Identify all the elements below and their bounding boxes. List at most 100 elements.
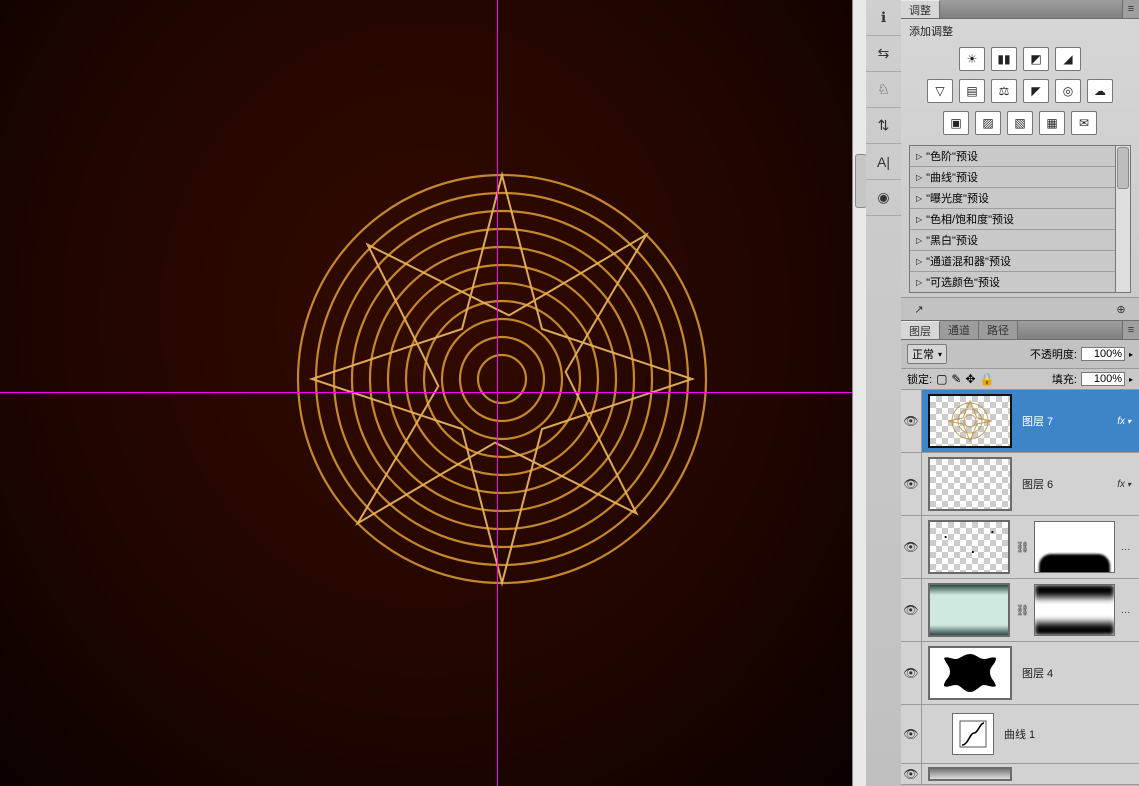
- adj-invert-icon[interactable]: ▣: [943, 111, 969, 135]
- lock-row: 锁定: ▢ ✎ ✥ 🔒 填充: 100% ▸: [901, 369, 1139, 390]
- lock-position-icon[interactable]: ✥: [965, 372, 975, 386]
- mask-link-icon[interactable]: ⛓: [1016, 541, 1028, 554]
- layer-fx-indicator[interactable]: fx ▾: [1117, 416, 1139, 427]
- adjustments-footer: ↗ ⊕: [901, 297, 1139, 320]
- tab-adjustments[interactable]: 调整: [901, 0, 940, 18]
- adj-hue-icon[interactable]: ▤: [959, 79, 985, 103]
- swatches-panel-icon[interactable]: ⇆: [866, 36, 901, 72]
- adj-channel-mixer-icon[interactable]: ☁: [1087, 79, 1113, 103]
- lock-label: 锁定:: [907, 371, 932, 387]
- adj-posterize-icon[interactable]: ▨: [975, 111, 1001, 135]
- fill-flyout-icon[interactable]: ▸: [1129, 375, 1133, 384]
- layer-stack: 👁 图层 7 fx ▾ 👁 图层 6 fx ▾ 👁 ⛓: [901, 390, 1139, 785]
- preset-list-wrap: ▷"色阶"预设 ▷"曲线"预设 ▷"曝光度"预设 ▷"色相/饱和度"预设 ▷"黑…: [909, 145, 1131, 293]
- layer-thumbnail[interactable]: [928, 394, 1012, 448]
- preset-exposure[interactable]: ▷"曝光度"预设: [910, 188, 1115, 209]
- layer-row[interactable]: 👁 曲线 1: [901, 705, 1139, 764]
- visibility-toggle-icon[interactable]: 👁: [901, 579, 922, 641]
- layer-row[interactable]: 👁: [901, 764, 1139, 785]
- visibility-toggle-icon[interactable]: 👁: [901, 390, 922, 452]
- preset-selective-color[interactable]: ▷"可选颜色"预设: [910, 272, 1115, 292]
- adj-curves-icon[interactable]: ◩: [1023, 47, 1049, 71]
- tab-layers[interactable]: 图层: [901, 321, 940, 339]
- layer-row[interactable]: 👁 图层 6 fx ▾: [901, 453, 1139, 516]
- layer-name[interactable]: 图层 7: [1018, 413, 1117, 429]
- adj-threshold-icon[interactable]: ▧: [1007, 111, 1033, 135]
- visibility-toggle-icon[interactable]: 👁: [901, 516, 922, 578]
- info-panel-icon[interactable]: ℹ: [866, 0, 901, 36]
- adj-bw-icon[interactable]: ◤: [1023, 79, 1049, 103]
- adj-levels-icon[interactable]: ▮▮: [991, 47, 1017, 71]
- visibility-toggle-icon[interactable]: 👁: [901, 705, 922, 763]
- clone-panel-icon[interactable]: ⇅: [866, 108, 901, 144]
- adj-row-2: ▽ ▤ ⚖ ◤ ◎ ☁: [901, 75, 1139, 107]
- guide-horizontal[interactable]: [0, 392, 852, 393]
- layer-mask-thumbnail[interactable]: [1034, 584, 1115, 636]
- blend-mode-dropdown[interactable]: 正常 ▾: [907, 344, 947, 364]
- guide-vertical[interactable]: [497, 0, 498, 786]
- adj-exposure-icon[interactable]: ◢: [1055, 47, 1081, 71]
- opacity-input[interactable]: 100%: [1081, 347, 1125, 361]
- visibility-toggle-icon[interactable]: 👁: [901, 642, 922, 704]
- adj-vibrance-icon[interactable]: ▽: [927, 79, 953, 103]
- layer-name[interactable]: 图层 6: [1018, 476, 1117, 492]
- character-panel-icon[interactable]: A|: [866, 144, 901, 180]
- lock-transparent-icon[interactable]: ▢: [936, 372, 947, 386]
- blend-mode-value: 正常: [912, 346, 934, 362]
- expand-view-icon[interactable]: ⊕: [1111, 301, 1131, 317]
- layer-more-icon[interactable]: …: [1121, 605, 1139, 616]
- visibility-toggle-icon[interactable]: 👁: [901, 453, 922, 515]
- preset-list: ▷"色阶"预设 ▷"曲线"预设 ▷"曝光度"预设 ▷"色相/饱和度"预设 ▷"黑…: [909, 145, 1116, 293]
- layer-row[interactable]: 👁 图层 7 fx ▾: [901, 390, 1139, 453]
- preset-bw[interactable]: ▷"黑白"预设: [910, 230, 1115, 251]
- layer-thumbnail[interactable]: [928, 646, 1012, 700]
- lock-all-icon[interactable]: 🔒: [980, 372, 995, 386]
- histogram-panel-icon[interactable]: ◉: [866, 180, 901, 216]
- preset-hue-sat[interactable]: ▷"色相/饱和度"预设: [910, 209, 1115, 230]
- layers-menu-icon[interactable]: ≡: [1122, 321, 1139, 339]
- preset-channel-mixer[interactable]: ▷"通道混和器"预设: [910, 251, 1115, 272]
- layer-more-icon[interactable]: …: [1121, 542, 1139, 553]
- layer-thumbnail[interactable]: [928, 520, 1011, 574]
- layer-row[interactable]: 👁 ⛓ …: [901, 579, 1139, 642]
- adjustments-tabbar: 调整 ≡: [901, 0, 1139, 19]
- fill-label: 填充:: [1052, 371, 1077, 387]
- adjustment-layer-thumbnail[interactable]: [952, 713, 994, 755]
- opacity-label: 不透明度:: [1030, 346, 1077, 362]
- collapsed-panel-strip: ℹ ⇆ ♘ ⇅ A| ◉: [866, 0, 902, 786]
- opacity-flyout-icon[interactable]: ▸: [1129, 350, 1133, 359]
- tab-channels[interactable]: 通道: [940, 321, 979, 339]
- adj-row-3: ▣ ▨ ▧ ▦ ✉: [901, 107, 1139, 139]
- preset-scrollbar[interactable]: [1116, 145, 1131, 293]
- layer-thumbnail[interactable]: [928, 457, 1012, 511]
- adjustments-menu-icon[interactable]: ≡: [1122, 0, 1139, 18]
- layer-thumbnail[interactable]: [928, 583, 1011, 637]
- layer-row[interactable]: 👁 图层 4: [901, 642, 1139, 705]
- preset-curves[interactable]: ▷"曲线"预设: [910, 167, 1115, 188]
- adj-row-1: ☀ ▮▮ ◩ ◢: [901, 43, 1139, 75]
- lock-pixels-icon[interactable]: ✎: [951, 372, 961, 386]
- layers-tabbar: 图层 通道 路径 ≡: [901, 321, 1139, 340]
- styles-panel-icon[interactable]: ♘: [866, 72, 901, 108]
- fill-input[interactable]: 100%: [1081, 372, 1125, 386]
- adj-balance-icon[interactable]: ⚖: [991, 79, 1017, 103]
- layers-panel: 图层 通道 路径 ≡ 正常 ▾ 不透明度: 100% ▸ 锁定: ▢ ✎ ✥ 🔒…: [901, 321, 1139, 785]
- layer-mask-thumbnail[interactable]: [1034, 521, 1115, 573]
- adj-selective-color-icon[interactable]: ✉: [1071, 111, 1097, 135]
- preset-levels[interactable]: ▷"色阶"预设: [910, 146, 1115, 167]
- panels-column: 调整 ≡ 添加调整 ☀ ▮▮ ◩ ◢ ▽ ▤ ⚖ ◤ ◎ ☁ ▣ ▨ ▧ ▦ ✉: [901, 0, 1139, 786]
- adj-photo-filter-icon[interactable]: ◎: [1055, 79, 1081, 103]
- layer-row[interactable]: 👁 ⛓ …: [901, 516, 1139, 579]
- adj-brightness-icon[interactable]: ☀: [959, 47, 985, 71]
- layer-name[interactable]: 图层 4: [1018, 665, 1139, 681]
- chevron-down-icon: ▾: [938, 350, 942, 359]
- tab-paths[interactable]: 路径: [979, 321, 1018, 339]
- layer-fx-indicator[interactable]: fx ▾: [1117, 479, 1139, 490]
- adj-gradient-map-icon[interactable]: ▦: [1039, 111, 1065, 135]
- layer-name[interactable]: 曲线 1: [1000, 726, 1139, 742]
- document-viewport[interactable]: [0, 0, 852, 786]
- mask-link-icon[interactable]: ⛓: [1016, 604, 1028, 617]
- layer-thumbnail[interactable]: [928, 767, 1012, 781]
- visibility-toggle-icon[interactable]: 👁: [901, 764, 922, 784]
- return-to-list-icon[interactable]: ↗: [909, 301, 929, 317]
